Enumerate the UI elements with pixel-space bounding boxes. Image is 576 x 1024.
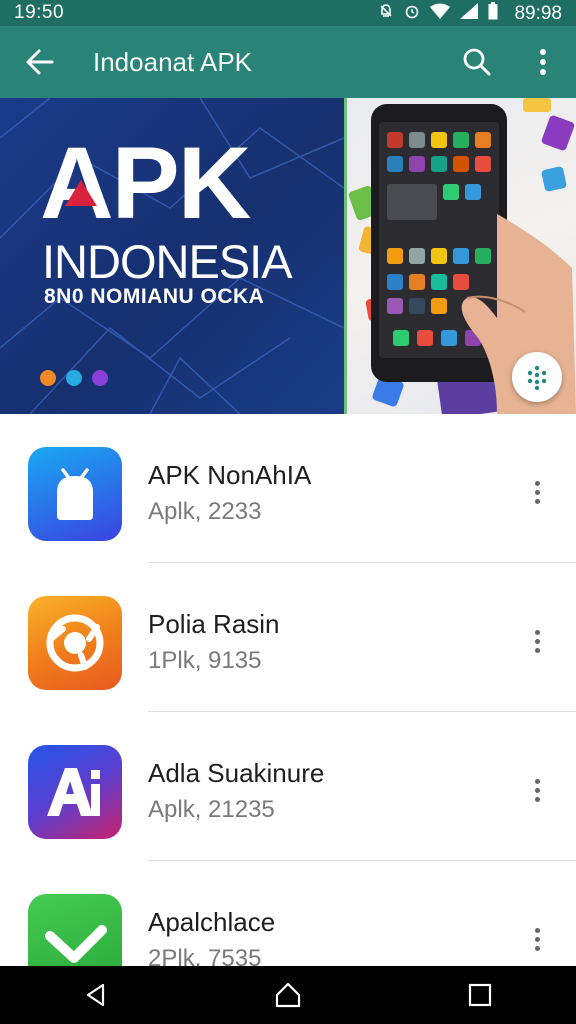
- app-name: Apalchlace: [148, 907, 276, 937]
- arrow-left-icon: [26, 49, 54, 75]
- more-vert-icon[interactable]: [522, 919, 552, 959]
- app-list: APK NonAhIA Aplk, 2233 Polia Rasin 1Plk,…: [0, 414, 576, 1010]
- hero-title-accent: [65, 180, 97, 206]
- status-time: 19:50: [14, 2, 65, 23]
- carousel-dot[interactable]: [92, 370, 108, 386]
- battery-icon: [488, 2, 498, 24]
- search-icon: [463, 48, 491, 76]
- nav-back-button[interactable]: [61, 966, 131, 1024]
- carousel-dot[interactable]: [40, 370, 56, 386]
- hero-title: APK: [40, 132, 251, 234]
- grid-fab-button[interactable]: [512, 352, 562, 402]
- camera-lens-icon: [28, 596, 122, 690]
- hero-tagline: 8N0 NOMIANU OCKA: [44, 285, 265, 308]
- status-right-time: 89:98: [514, 2, 562, 24]
- status-icons: 89:98: [378, 2, 562, 24]
- ai-letter-icon: [28, 745, 122, 839]
- app-name: APK NonAhIA: [148, 460, 312, 490]
- app-bar-title: Indoanat APK: [93, 46, 253, 77]
- list-item[interactable]: Polia Rasin 1Plk, 9135: [0, 563, 576, 712]
- carousel-indicator: [40, 370, 108, 386]
- list-item[interactable]: APK NonAhIA Aplk, 2233: [0, 414, 576, 563]
- app-meta: Aplk, 21235: [148, 796, 275, 823]
- more-vert-icon[interactable]: [522, 472, 552, 512]
- alarm-icon: [404, 3, 420, 23]
- nav-home-button[interactable]: [253, 966, 323, 1024]
- hero-promo-panel: APK INDONESIA 8N0 NOMIANU OCKA: [0, 98, 344, 414]
- wifi-icon: [430, 3, 451, 23]
- carousel-dot[interactable]: [66, 370, 82, 386]
- back-button[interactable]: [0, 26, 80, 98]
- list-item[interactable]: Adla Suakinure Aplk, 21235: [0, 712, 576, 861]
- hero-subtitle: INDONESIA: [42, 235, 293, 288]
- search-button[interactable]: [444, 26, 510, 98]
- more-vert-icon: [540, 49, 546, 75]
- grid-dots-icon: [527, 365, 547, 390]
- home-icon: [275, 982, 301, 1008]
- more-vert-icon[interactable]: [522, 770, 552, 810]
- nav-recents-button[interactable]: [445, 966, 515, 1024]
- more-vert-icon[interactable]: [522, 621, 552, 661]
- app-name: Polia Rasin: [148, 609, 280, 639]
- notification-off-icon: [378, 3, 394, 23]
- back-triangle-icon: [86, 983, 105, 1007]
- app-name: Adla Suakinure: [148, 758, 325, 788]
- more-options-button[interactable]: [510, 26, 576, 98]
- recents-square-icon: [468, 983, 492, 1007]
- app-bar: Indoanat APK: [0, 26, 576, 98]
- android-icon: [28, 447, 122, 541]
- system-nav-bar: [0, 966, 576, 1024]
- signal-icon: [460, 3, 479, 23]
- app-meta: Aplk, 2233: [148, 498, 262, 525]
- status-bar: 19:50 89:98: [0, 0, 576, 26]
- hero-banner[interactable]: APK INDONESIA 8N0 NOMIANU OCKA: [0, 98, 576, 414]
- app-meta: 1Plk, 9135: [148, 647, 262, 674]
